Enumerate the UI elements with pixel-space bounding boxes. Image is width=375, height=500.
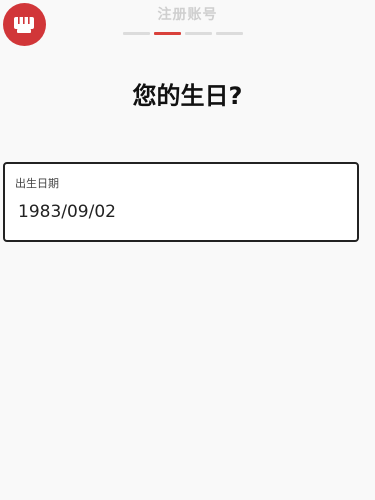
birthdate-value[interactable]: 1983/09/02 [18, 202, 116, 222]
step-3 [185, 32, 212, 35]
step-2-active [154, 32, 181, 35]
step-indicator [123, 32, 243, 35]
birthdate-field[interactable]: 出生日期 1983/09/02 [3, 162, 359, 242]
step-4 [216, 32, 243, 35]
header-title: 注册账号 [157, 7, 218, 23]
step-1 [123, 32, 150, 35]
birthdate-label: 出生日期 [15, 177, 59, 190]
page-title: 您的生日? [132, 82, 243, 110]
